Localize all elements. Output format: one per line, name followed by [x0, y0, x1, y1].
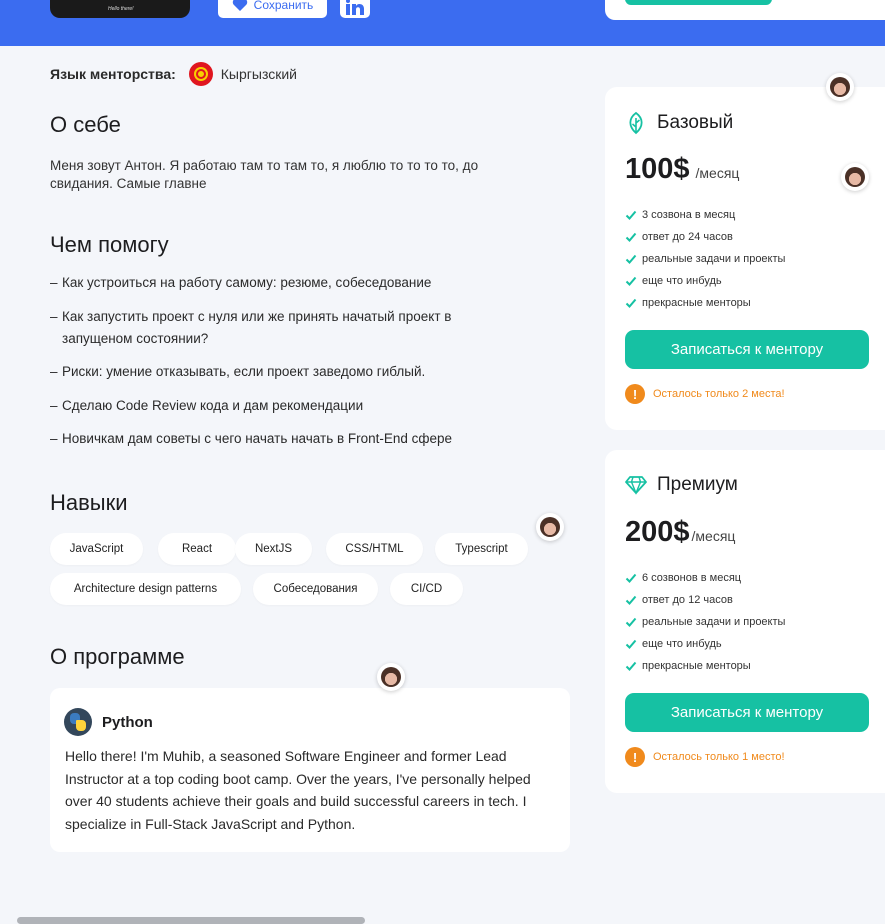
list-item: прекрасные менторы	[625, 292, 785, 314]
plan-name: Премиум	[657, 474, 738, 495]
leaf-icon	[629, 111, 643, 135]
help-title: Чем помогу	[50, 232, 169, 257]
plan-card-basic: Базовый 100$ /месяц 3 созвона в месяц от…	[605, 87, 885, 430]
about-title: О себе	[50, 112, 121, 137]
collaborator-avatar	[826, 73, 854, 101]
check-icon	[625, 595, 637, 605]
check-icon	[625, 573, 637, 583]
skills-title: Навыки	[50, 490, 128, 515]
top-plan-button[interactable]	[625, 0, 772, 5]
list-item: – Риски: умение отказывать, если проект з…	[50, 364, 426, 379]
check-icon	[625, 210, 637, 220]
list-item: ответ до 12 часов	[625, 589, 785, 611]
plan-name: Базовый	[657, 112, 734, 133]
plan-period: /месяц	[695, 165, 740, 181]
list-item: – Сделаю Code Review кода и дам рекоменда…	[50, 397, 364, 413]
skill-chip: React	[158, 533, 236, 565]
list-item: – Как запустить проект с нуля или же прин…	[50, 308, 452, 346]
linkedin-button[interactable]	[340, 0, 370, 18]
book-mentor-button[interactable]: Записаться к ментору	[625, 693, 869, 732]
check-icon	[625, 276, 637, 286]
list-item: ответ до 24 часов	[625, 226, 785, 248]
skill-chip: Собеседования	[253, 573, 378, 605]
about-text: Меня зовут Антон. Я работаю там то там т…	[50, 158, 479, 191]
skill-chip: Typescript	[435, 533, 528, 565]
mentor-language-value: Кыргызский	[220, 66, 297, 82]
check-icon	[625, 639, 637, 649]
plan-price: 100$	[625, 153, 690, 185]
skill-chip: CI/CD	[390, 573, 463, 605]
mentor-photo: Hello there!	[50, 0, 190, 18]
plan-feature-list: 6 созвонов в месяц ответ до 12 часов реа…	[625, 567, 785, 677]
mentor-language-row: Язык менторства: Кыргызский	[50, 62, 297, 86]
warning-icon: !	[625, 384, 645, 404]
plan-period: /месяц	[691, 528, 736, 544]
check-icon	[625, 617, 637, 627]
program-description: Hello there! I'm Muhib, a seasoned Softw…	[65, 748, 531, 832]
horizontal-scrollbar[interactable]	[17, 917, 365, 924]
book-mentor-button[interactable]: Записаться к ментору	[625, 330, 869, 369]
plan-feature-list: 3 созвона в месяц ответ до 24 часов реал…	[625, 204, 785, 314]
collaborator-avatar	[841, 163, 869, 191]
collaborator-avatar	[377, 663, 405, 691]
skill-chip: Architecture design patterns	[50, 573, 241, 605]
check-icon	[625, 298, 637, 308]
python-icon	[64, 708, 92, 736]
list-item: прекрасные менторы	[625, 655, 785, 677]
warning-icon: !	[625, 747, 645, 767]
top-plan-card	[605, 0, 885, 20]
list-item: еще что инбудь	[625, 270, 785, 292]
plan-warning: Осталось только 1 место!	[653, 751, 785, 763]
program-section-title: О программе	[50, 644, 185, 669]
linkedin-icon	[346, 0, 364, 15]
mentor-language-label: Язык менторства:	[50, 66, 176, 82]
list-item: – Новичкам дам советы с чего начать начат…	[50, 431, 453, 446]
list-item: – Как устроиться на работу самому: резюме…	[50, 275, 432, 290]
program-card: Python Hello there! I'm Muhib, a seasone…	[50, 688, 570, 852]
skill-chip: NextJS	[235, 533, 312, 565]
skill-chip: JavaScript	[50, 533, 143, 565]
list-item: 3 созвона в месяц	[625, 204, 785, 226]
list-item: реальные задачи и проекты	[625, 248, 785, 270]
list-item: реальные задачи и проекты	[625, 611, 785, 633]
check-icon	[625, 254, 637, 264]
diamond-icon	[625, 476, 647, 495]
list-item: 6 созвонов в месяц	[625, 567, 785, 589]
kyrgyzstan-flag-icon	[188, 62, 213, 86]
help-list: – Как устроиться на работу самому: резюме…	[50, 272, 500, 462]
list-item: еще что инбудь	[625, 633, 785, 655]
heart-icon	[232, 0, 247, 11]
check-icon	[625, 661, 637, 671]
save-button-label: Сохранить	[253, 0, 314, 12]
plan-card-premium: Премиум 200$ /месяц 6 созвонов в месяц о…	[605, 450, 885, 793]
program-name: Python	[102, 713, 153, 731]
plan-price: 200$	[625, 516, 690, 548]
skill-chip: CSS/HTML	[326, 533, 423, 565]
check-icon	[625, 232, 637, 242]
collaborator-avatar	[536, 513, 564, 541]
plan-warning: Осталось только 2 места!	[653, 388, 785, 400]
photo-shirt-text: Hello there!	[108, 6, 134, 12]
save-button[interactable]: Сохранить	[218, 0, 327, 18]
